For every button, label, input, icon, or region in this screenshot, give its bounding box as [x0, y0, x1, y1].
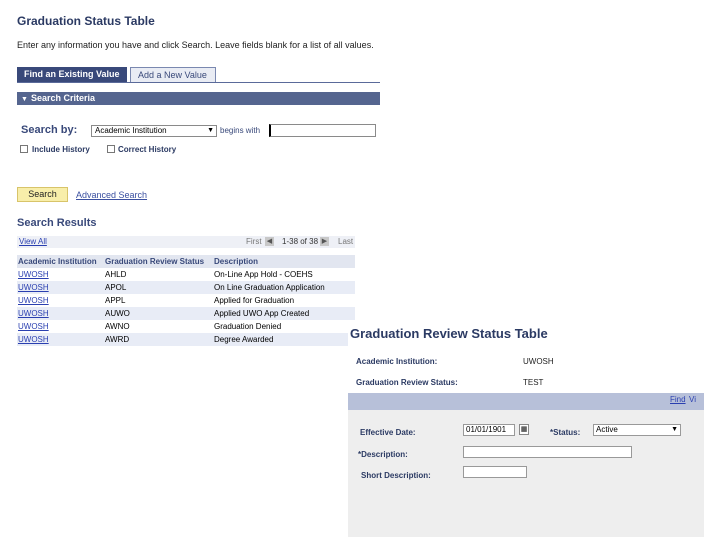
table-row[interactable]: UWOSH AWRD Degree Awarded [17, 333, 355, 346]
detail-title: Graduation Review Status Table [350, 326, 548, 341]
table-row[interactable]: UWOSH APOL On Line Graduation Applicatio… [17, 281, 355, 294]
row-institution[interactable]: UWOSH [18, 320, 49, 333]
correct-history-label: Correct History [118, 145, 177, 154]
tab-underline [17, 82, 380, 83]
search-criteria-label: Search Criteria [30, 93, 95, 103]
row-institution[interactable]: UWOSH [18, 333, 49, 346]
tab-find-existing-value[interactable]: Find an Existing Value [17, 67, 127, 82]
detail-header-strip [348, 393, 704, 410]
row-status[interactable]: APPL [105, 294, 125, 307]
academic-institution-value: UWOSH [523, 357, 554, 366]
table-row[interactable]: UWOSH AHLD On-Line App Hold - COEHS [17, 268, 355, 281]
row-institution[interactable]: UWOSH [18, 281, 49, 294]
results-range: 1-38 of 38 [282, 237, 319, 246]
academic-institution-label: Academic Institution: [356, 357, 438, 366]
dropdown-arrow-icon: ▼ [671, 426, 678, 433]
row-status[interactable]: AUWO [105, 307, 130, 320]
status-selected-value: Active [596, 425, 618, 434]
correct-history-checkbox[interactable] [107, 145, 115, 153]
search-value-input[interactable] [269, 124, 376, 137]
search-button[interactable]: Search [17, 187, 68, 202]
row-status[interactable]: AHLD [105, 268, 126, 281]
table-row[interactable]: UWOSH AUWO Applied UWO App Created [17, 307, 355, 320]
review-status-label: Graduation Review Status: [356, 378, 458, 387]
row-description[interactable]: On Line Graduation Application [214, 281, 325, 294]
review-status-value: TEST [523, 378, 544, 387]
operator-label: begins with [220, 126, 261, 135]
table-row[interactable]: UWOSH AWNO Graduation Denied [17, 320, 355, 333]
tab-add-new-value[interactable]: Add a New Value [130, 67, 216, 82]
detail-form-area [348, 393, 704, 537]
next-arrow-icon[interactable]: ▶ [320, 237, 329, 246]
search-by-select[interactable]: Academic Institution ▼ [91, 125, 217, 137]
search-results-title: Search Results [17, 217, 97, 229]
column-header-institution[interactable]: Academic Institution [18, 255, 97, 268]
column-header-description[interactable]: Description [214, 255, 258, 268]
calendar-icon[interactable]: ▦ [519, 424, 529, 435]
search-criteria-header[interactable]: ▼ Search Criteria [17, 92, 380, 105]
row-status[interactable]: APOL [105, 281, 126, 294]
row-description[interactable]: Applied for Graduation [214, 294, 294, 307]
search-by-selected-value: Academic Institution [95, 126, 167, 135]
first-link[interactable]: First [246, 236, 262, 248]
row-description[interactable]: Applied UWO App Created [214, 307, 309, 320]
instructions: Enter any information you have and click… [17, 40, 374, 50]
row-description[interactable]: On-Line App Hold - COEHS [214, 268, 313, 281]
row-status[interactable]: AWRD [105, 333, 129, 346]
include-history-checkbox[interactable] [20, 145, 28, 153]
last-link[interactable]: Last [338, 236, 353, 248]
row-description[interactable]: Degree Awarded [214, 333, 273, 346]
previous-arrow-icon[interactable]: ◀ [265, 237, 274, 246]
effective-date-label: Effective Date: [360, 428, 416, 437]
table-row[interactable]: UWOSH APPL Applied for Graduation [17, 294, 355, 307]
view-link[interactable]: Vi [689, 395, 696, 404]
short-description-label: Short Description: [361, 471, 431, 480]
description-label: *Description: [358, 450, 408, 459]
status-select[interactable]: Active ▼ [593, 424, 681, 436]
row-description[interactable]: Graduation Denied [214, 320, 281, 333]
status-field-label: *Status: [550, 428, 581, 437]
row-status[interactable]: AWNO [105, 320, 130, 333]
detail-panel: Graduation Review Status Table Academic … [348, 326, 704, 537]
results-table-header: Academic Institution Graduation Review S… [17, 255, 355, 268]
row-institution[interactable]: UWOSH [18, 307, 49, 320]
search-by-label: Search by: [21, 124, 78, 136]
view-all-link[interactable]: View All [19, 236, 47, 248]
page-title: Graduation Status Table [17, 14, 155, 28]
column-header-status[interactable]: Graduation Review Status [105, 255, 204, 268]
include-history-label: Include History [32, 145, 90, 154]
effective-date-input[interactable]: 01/01/1901 [463, 424, 515, 436]
short-description-input[interactable] [463, 466, 527, 478]
row-institution[interactable]: UWOSH [18, 268, 49, 281]
results-navigation-bar: View All First ◀ 1-38 of 38 ▶ Last [17, 236, 355, 248]
find-link[interactable]: Find [670, 395, 686, 404]
dropdown-arrow-icon: ▼ [207, 127, 214, 134]
advanced-search-link[interactable]: Advanced Search [76, 190, 147, 200]
description-input[interactable] [463, 446, 632, 458]
collapse-triangle-icon: ▼ [21, 96, 28, 103]
row-institution[interactable]: UWOSH [18, 294, 49, 307]
